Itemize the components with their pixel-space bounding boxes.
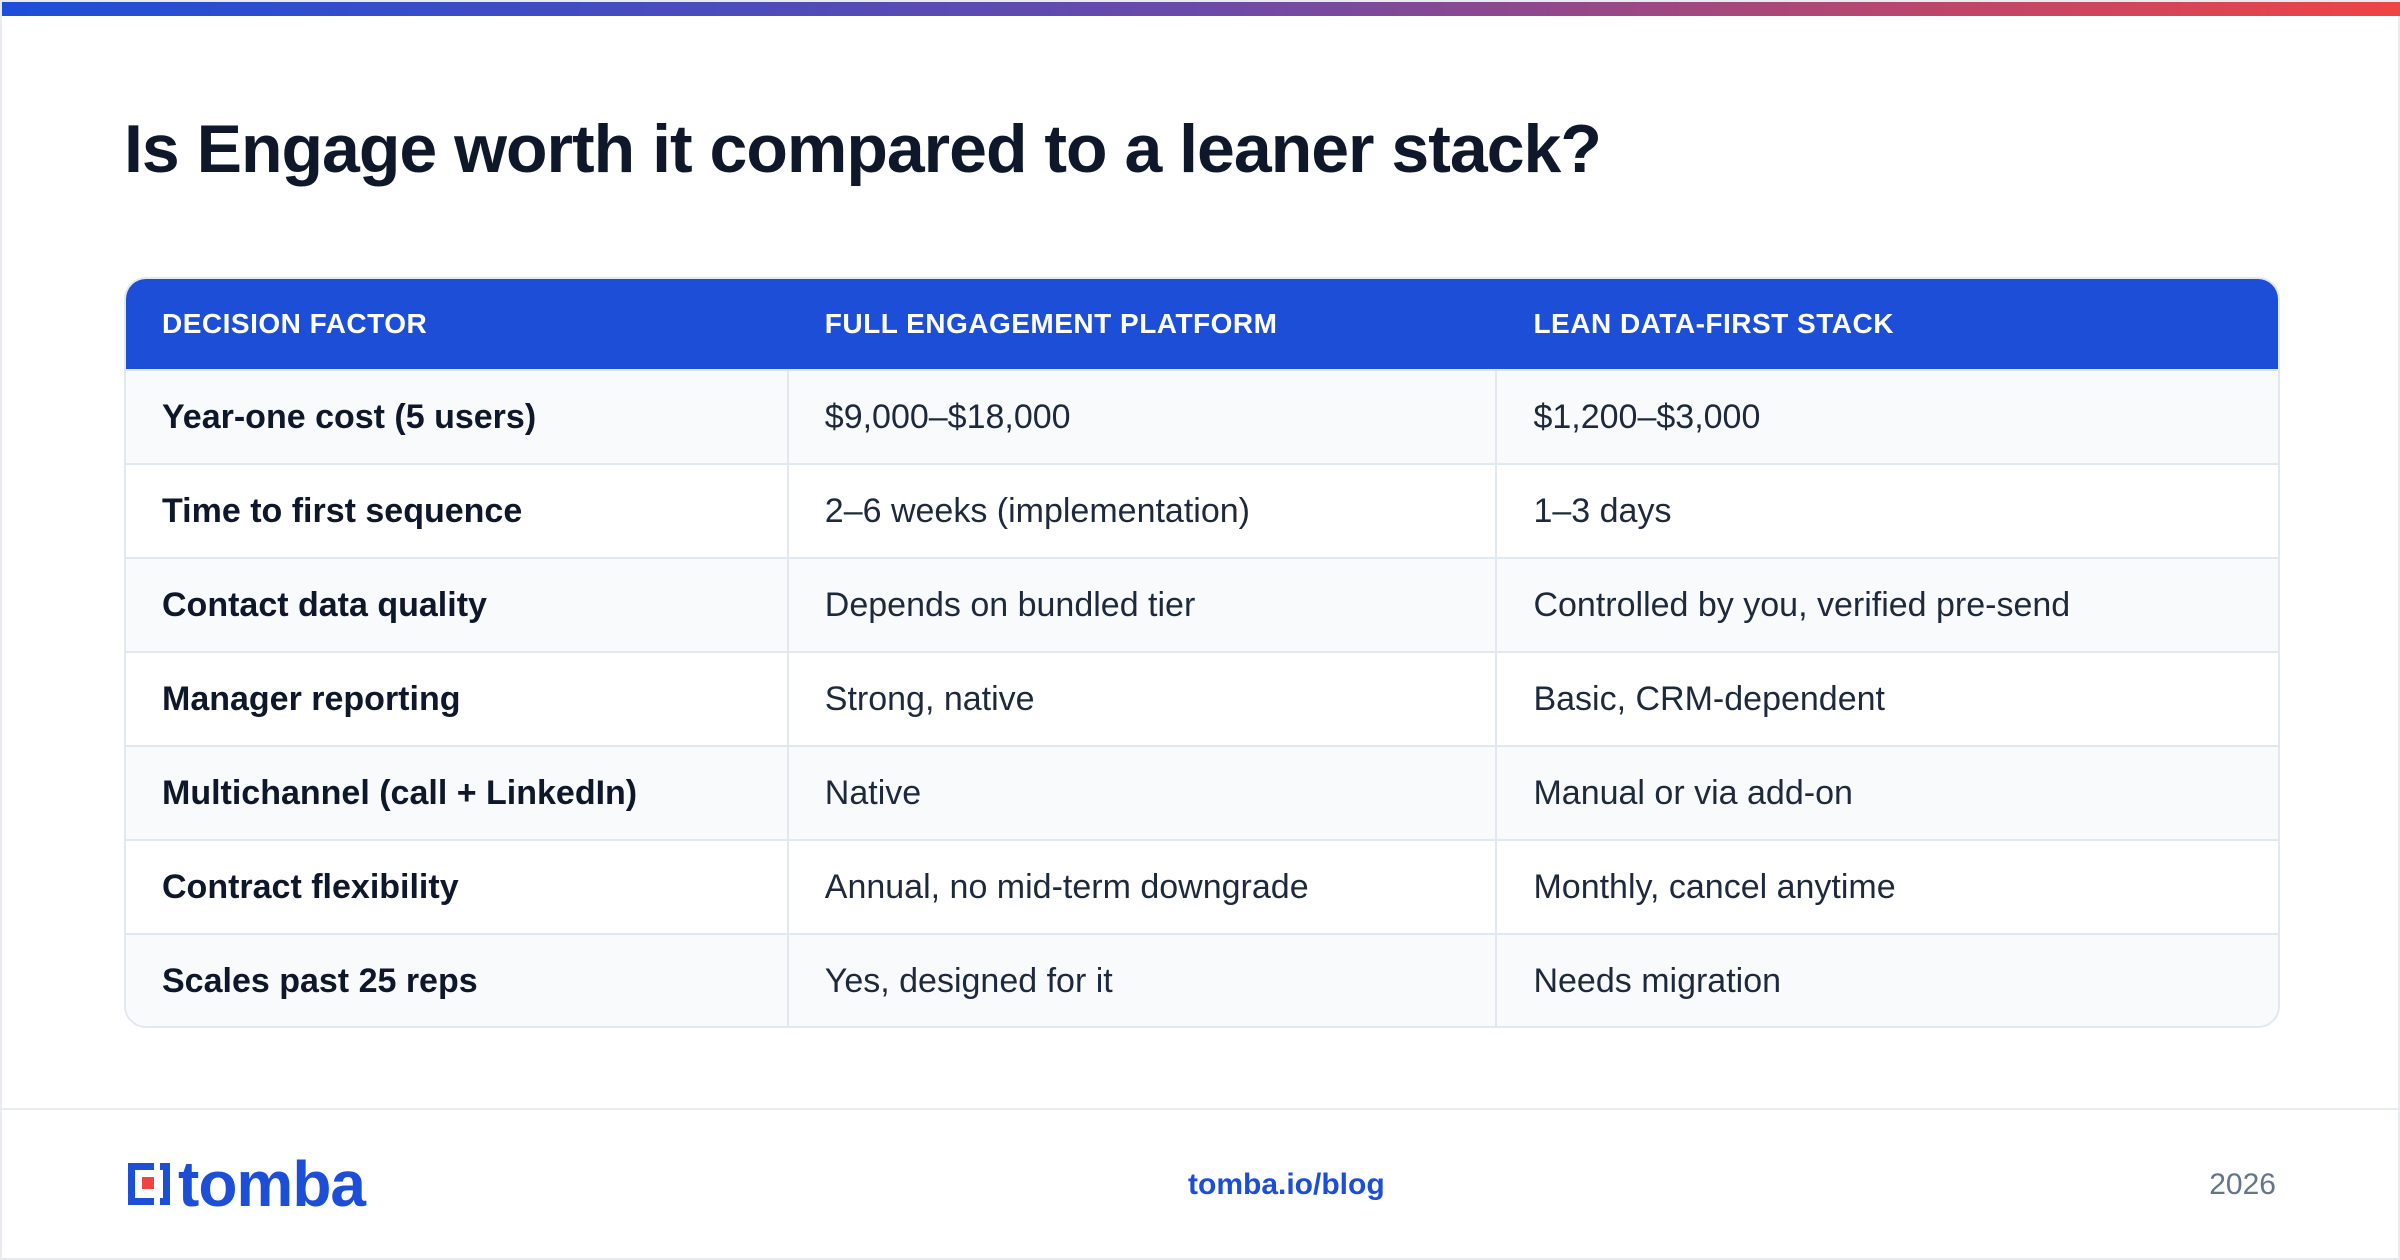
gradient-top-bar bbox=[2, 2, 2400, 16]
table-row: Scales past 25 reps Yes, designed for it… bbox=[126, 933, 2278, 1026]
footer-divider bbox=[2, 1108, 2400, 1110]
row-factor: Year-one cost (5 users) bbox=[126, 371, 789, 463]
footer-year: 2026 bbox=[2209, 1168, 2276, 1201]
row-full-platform-value: Depends on bundled tier bbox=[789, 559, 1498, 651]
row-lean-stack-value: Basic, CRM-dependent bbox=[1533, 679, 1885, 718]
tomba-logo-mark-icon bbox=[128, 1163, 170, 1205]
page: Is Engage worth it compared to a leaner … bbox=[0, 0, 2400, 1260]
row-factor: Contact data quality bbox=[126, 559, 789, 651]
table-body: Year-one cost (5 users) $9,000–$18,000 $… bbox=[126, 369, 2278, 1026]
comparison-table: DECISION FACTOR FULL ENGAGEMENT PLATFORM… bbox=[124, 277, 2280, 1028]
table-row: Time to first sequence 2–6 weeks (implem… bbox=[126, 463, 2278, 557]
header-decision-factor: DECISION FACTOR bbox=[162, 308, 428, 339]
table-row: Manager reporting Strong, native Basic, … bbox=[126, 651, 2278, 745]
blog-link[interactable]: tomba.io/blog bbox=[1188, 1168, 1385, 1202]
header-lean-data-first-stack: LEAN DATA-FIRST STACK bbox=[1533, 308, 1894, 339]
row-factor: Time to first sequence bbox=[126, 465, 789, 557]
row-lean-stack-value: Monthly, cancel anytime bbox=[1533, 867, 1896, 906]
row-factor: Scales past 25 reps bbox=[126, 935, 789, 1026]
row-lean-stack-value: Manual or via add-on bbox=[1533, 773, 1853, 812]
table-row: Contract flexibility Annual, no mid-term… bbox=[126, 839, 2278, 933]
row-full-platform-value: Strong, native bbox=[789, 653, 1498, 745]
table-row: Contact data quality Depends on bundled … bbox=[126, 557, 2278, 651]
logo-wordmark: tomba bbox=[178, 1148, 366, 1220]
row-factor: Multichannel (call + LinkedIn) bbox=[126, 747, 789, 839]
tomba-logo[interactable]: tomba bbox=[124, 1148, 366, 1220]
row-lean-stack-value: 1–3 days bbox=[1533, 491, 1672, 530]
row-full-platform-value: 2–6 weeks (implementation) bbox=[789, 465, 1498, 557]
row-full-platform-value: Annual, no mid-term downgrade bbox=[789, 841, 1498, 933]
row-full-platform-value: Native bbox=[789, 747, 1498, 839]
row-lean-stack-value: Controlled by you, verified pre-send bbox=[1533, 585, 2071, 624]
table-header: DECISION FACTOR FULL ENGAGEMENT PLATFORM… bbox=[126, 279, 2278, 369]
row-lean-stack-value: Needs migration bbox=[1533, 961, 1782, 1000]
row-lean-stack-value: $1,200–$3,000 bbox=[1533, 397, 1761, 436]
table-row: Multichannel (call + LinkedIn) Native Ma… bbox=[126, 745, 2278, 839]
page-title: Is Engage worth it compared to a leaner … bbox=[124, 111, 1602, 187]
table-row: Year-one cost (5 users) $9,000–$18,000 $… bbox=[126, 369, 2278, 463]
row-factor: Manager reporting bbox=[126, 653, 789, 745]
header-full-engagement-platform: FULL ENGAGEMENT PLATFORM bbox=[824, 308, 1278, 339]
row-factor: Contract flexibility bbox=[126, 841, 789, 933]
row-full-platform-value: $9,000–$18,000 bbox=[789, 371, 1498, 463]
row-full-platform-value: Yes, designed for it bbox=[789, 935, 1498, 1026]
